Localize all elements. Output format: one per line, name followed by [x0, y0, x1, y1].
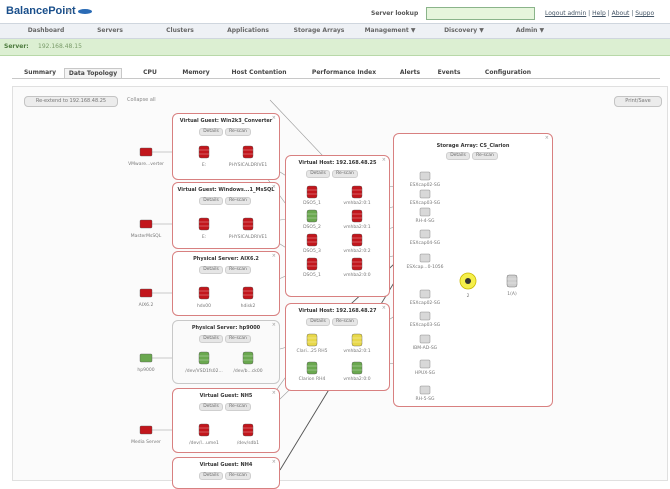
hba-icon — [351, 361, 363, 375]
guest-disk-icon — [242, 217, 254, 231]
datastore-icon — [306, 361, 318, 375]
lun-label: ESXcap04-SG — [410, 240, 441, 246]
datastore-label: DSO5_2 — [303, 224, 321, 230]
guest-disk-icon — [242, 286, 254, 300]
hba-icon — [351, 209, 363, 223]
lun-icon — [419, 171, 431, 181]
guest-disk-icon — [242, 351, 254, 365]
source-server-icon — [139, 147, 153, 157]
guest-volume-icon — [198, 286, 210, 300]
lun-label: HPUX-SG — [415, 370, 436, 376]
array-port-icon — [506, 274, 518, 288]
lun-label: ESXcap03-SG — [410, 322, 441, 328]
guest-volume-icon — [198, 145, 210, 159]
lun-icon — [419, 385, 431, 395]
guest-volume-label: hdx00 — [197, 303, 211, 309]
array-port-hub-center — [465, 278, 471, 284]
lun-label: ESXcap02-SG — [410, 182, 441, 188]
guest-disk-icon — [242, 145, 254, 159]
hba-icon — [351, 257, 363, 271]
source-server-icon — [139, 353, 153, 363]
lun-icon — [419, 207, 431, 217]
lun-icon — [419, 253, 431, 263]
lun-icon — [419, 334, 431, 344]
datastore-icon — [306, 233, 318, 247]
topology-nodes: VMware...verter E: PHYSICALDRIVE1 MasterMsS… — [128, 145, 518, 446]
hba-label: vmhba2:0:1 — [343, 224, 370, 230]
lun-label: ESXcap03-SG — [410, 200, 441, 206]
guest-volume-icon — [198, 351, 210, 365]
guest-disk-label: /dev/sdb1 — [237, 440, 259, 446]
guest-volume-label: /dev/VSD1fs02... — [185, 368, 223, 374]
guest-disk-icon — [242, 423, 254, 437]
hba-icon — [351, 233, 363, 247]
datastore-icon — [306, 185, 318, 199]
source-server-label: hp9000 — [137, 367, 154, 373]
datastore-label: DSO5_1 — [303, 200, 321, 206]
source-server-icon — [139, 219, 153, 229]
hba-icon — [351, 333, 363, 347]
array-port-label: 1(A) — [507, 291, 517, 297]
source-server-icon — [139, 288, 153, 298]
lun-label: RH-4-SG — [416, 218, 435, 224]
datastore-label: DSO5_3 — [303, 248, 321, 254]
guest-disk-label: PHYSICALDRIVE1 — [229, 162, 268, 168]
guest-volume-label: E: — [202, 162, 206, 168]
lun-label: RH-5-SG — [416, 396, 435, 402]
hba-label: vmhba2:0:2 — [343, 248, 370, 254]
datastore-icon — [306, 257, 318, 271]
guest-volume-icon — [198, 217, 210, 231]
datastore-label: Clarion RH4 — [299, 376, 326, 382]
hba-icon — [351, 185, 363, 199]
datastore-label: Clari...25 RH5 — [296, 348, 327, 354]
hba-label: vmhba2:0:1 — [343, 200, 370, 206]
guest-disk-label: PHYSICALDRIVE1 — [229, 234, 268, 240]
source-server-label: AIX6.2 — [139, 302, 154, 308]
lun-icon — [419, 229, 431, 239]
source-server-label: Media Server — [131, 439, 161, 445]
hba-label: vmhba2:0:0 — [343, 376, 370, 382]
guest-volume-label: /dev/l...ume1 — [189, 440, 219, 446]
lun-icon — [419, 359, 431, 369]
guest-volume-icon — [198, 423, 210, 437]
source-server-label: VMware...verter — [128, 161, 164, 167]
source-server-label: MasterMsSQL — [131, 233, 162, 239]
array-hub-label: 2 — [467, 293, 470, 299]
datastore-icon — [306, 333, 318, 347]
guest-disk-label: hdisk2 — [241, 303, 256, 309]
lun-icon — [419, 311, 431, 321]
lun-icon — [419, 189, 431, 199]
datastore-icon — [306, 209, 318, 223]
lun-label: ESXcap02-SG — [410, 300, 441, 306]
lun-icon — [419, 289, 431, 299]
hba-label: vmhba2:0:0 — [343, 272, 370, 278]
source-server-icon — [139, 425, 153, 435]
guest-disk-label: /dev/b...ck00 — [233, 368, 262, 374]
guest-volume-label: E: — [202, 234, 206, 240]
lun-label: ESXcap...0-1056 — [406, 264, 443, 270]
datastore-label: DSO5_1 — [303, 272, 321, 278]
lun-label: IBM-AD-SG — [413, 345, 438, 351]
hba-label: vmhba2:0:1 — [343, 348, 370, 354]
